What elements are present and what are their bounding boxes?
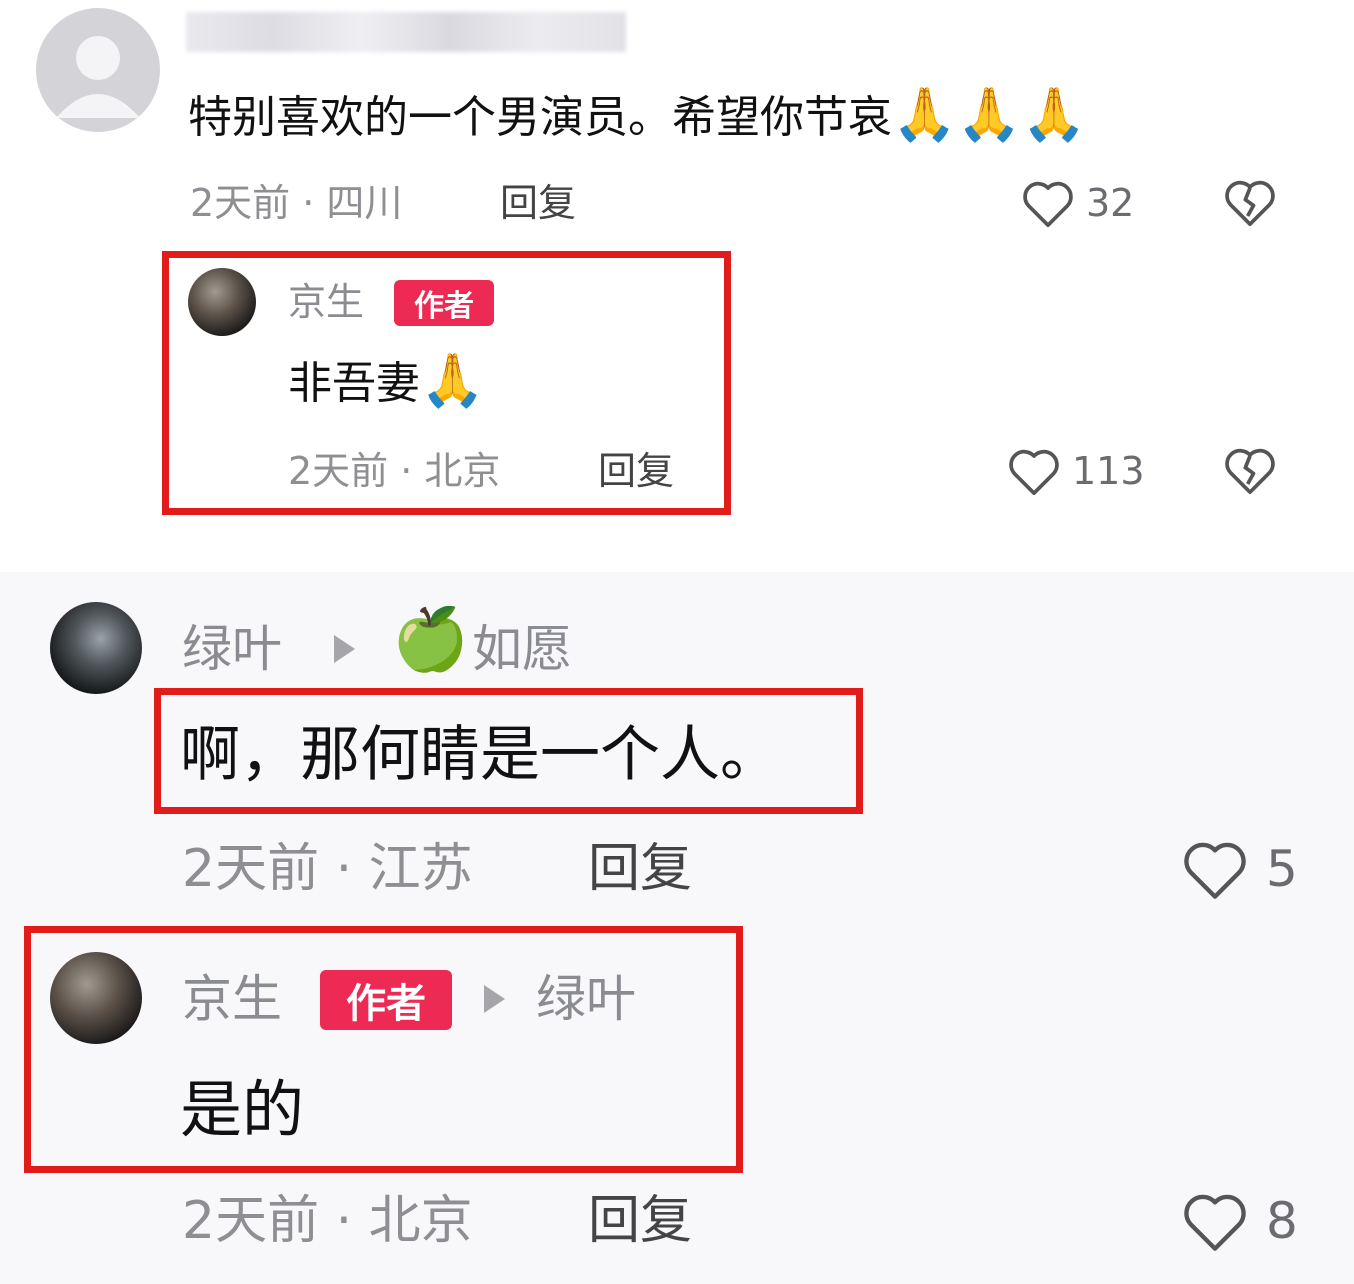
reply-button[interactable]: 回复 (588, 838, 692, 900)
reply-button[interactable]: 回复 (598, 448, 674, 494)
like-count: 32 (1086, 181, 1135, 225)
green-apple-emoji: 🍏 (392, 602, 470, 675)
heart-outline-icon (1009, 449, 1059, 496)
heart-outline-icon (1184, 842, 1246, 899)
comment-time-location: 2天前 · 北京 (182, 1191, 473, 1251)
comment-text: 啊，那何睛是一个人。 (180, 720, 780, 790)
heart-outline-icon (1184, 1194, 1246, 1251)
username[interactable]: 京生 (288, 278, 364, 326)
like-count: 5 (1266, 840, 1298, 898)
avatar[interactable] (50, 602, 142, 694)
reply-to-username[interactable]: 绿叶 (536, 968, 636, 1030)
avatar[interactable] (188, 268, 256, 336)
avatar[interactable] (36, 8, 160, 132)
like-button[interactable]: 5 (1180, 834, 1310, 904)
like-count: 113 (1072, 449, 1145, 493)
reply-to-username[interactable]: 如愿 (472, 618, 572, 680)
default-user-icon (56, 36, 140, 118)
dislike-button[interactable] (1222, 444, 1278, 496)
comment-time-location: 2天前 · 四川 (190, 181, 403, 225)
broken-heart-icon (1225, 180, 1275, 227)
like-button[interactable]: 32 (1020, 176, 1160, 230)
reply-text: 非吾妻🙏 (288, 351, 485, 411)
like-button[interactable]: 8 (1180, 1186, 1310, 1256)
broken-heart-icon (1225, 448, 1275, 495)
reply-arrow-icon (330, 632, 358, 670)
comment-time-location: 2天前 · 江苏 (182, 839, 473, 899)
dislike-button[interactable] (1222, 176, 1278, 228)
reply-button[interactable]: 回复 (500, 180, 576, 226)
like-button[interactable]: 113 (1006, 444, 1156, 498)
comment-text: 特别喜欢的一个男演员。希望你节哀🙏🙏🙏 (188, 85, 1087, 145)
pray-emoji: 🙏 (420, 351, 485, 411)
username[interactable]: 京生 (182, 968, 282, 1030)
reply-time-location: 2天前 · 北京 (288, 449, 501, 493)
avatar[interactable] (50, 952, 142, 1044)
username-blurred[interactable] (186, 12, 626, 52)
username[interactable]: 绿叶 (182, 618, 282, 680)
like-count: 8 (1266, 1192, 1298, 1250)
author-badge: 作者 (320, 970, 452, 1030)
heart-outline-icon (1023, 181, 1073, 228)
author-badge: 作者 (394, 280, 494, 326)
reply-button[interactable]: 回复 (588, 1190, 692, 1252)
reply-arrow-icon (480, 982, 508, 1020)
comment-text: 是的 (180, 1073, 305, 1146)
pray-emoji: 🙏🙏🙏 (892, 85, 1087, 145)
highlight-box (24, 926, 743, 1173)
